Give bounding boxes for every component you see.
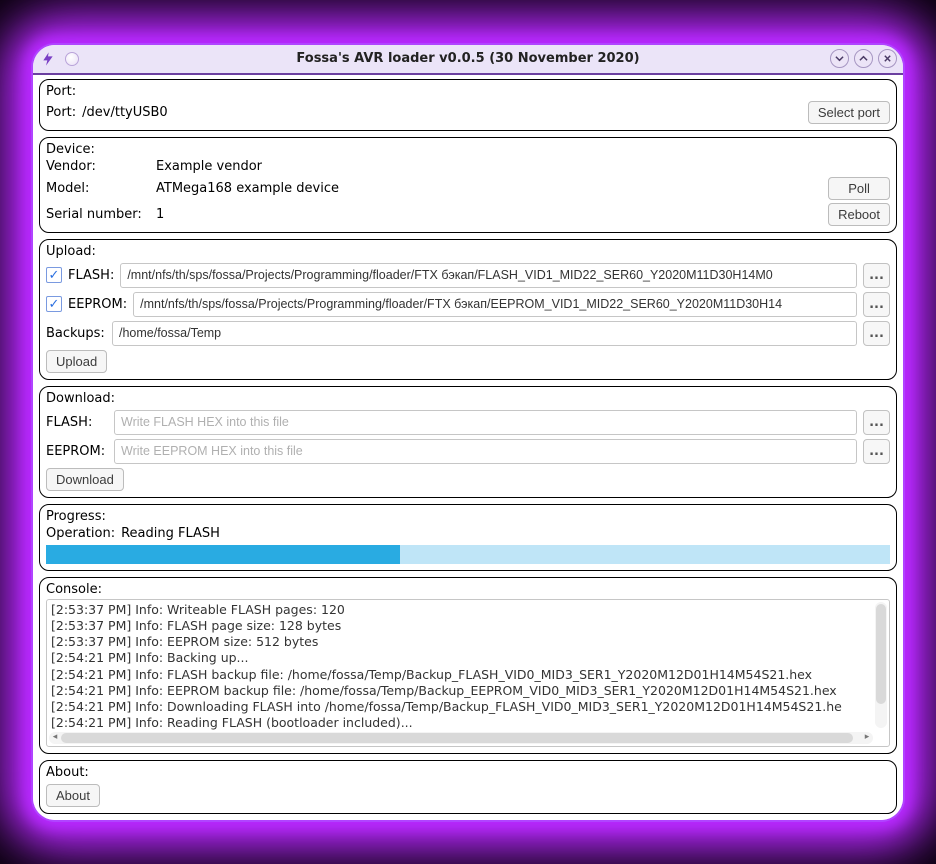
port-group: Port: Port: /dev/ttyUSB0 Select port [39, 79, 897, 131]
upload-flash-label: FLASH: [68, 268, 114, 283]
console-line: [2:54:21 PM] Info: Backing up... [51, 650, 885, 666]
port-section-label: Port: [46, 84, 890, 99]
download-flash-label: FLASH: [46, 415, 108, 430]
select-port-button[interactable]: Select port [808, 101, 890, 124]
maximize-button[interactable] [854, 49, 873, 68]
port-value: /dev/ttyUSB0 [82, 105, 168, 120]
download-eeprom-path-input[interactable] [114, 439, 857, 464]
download-eeprom-browse-button[interactable]: ... [863, 439, 890, 464]
console-line: [2:54:21 PM] Info: FLASH backup file: /h… [51, 667, 885, 683]
upload-button[interactable]: Upload [46, 350, 107, 373]
upload-backups-browse-button[interactable]: ... [863, 321, 890, 346]
upload-eeprom-browse-button[interactable]: ... [863, 292, 890, 317]
about-button[interactable]: About [46, 784, 100, 807]
console-group: Console: [2:53:37 PM] Info: Writeable FL… [39, 577, 897, 754]
upload-eeprom-checkbox[interactable] [46, 296, 62, 312]
port-label: Port: [46, 105, 76, 120]
serial-label: Serial number: [46, 207, 156, 222]
upload-group: Upload: FLASH: ... EEPROM: ... Backups: … [39, 239, 897, 380]
download-flash-path-input[interactable] [114, 410, 857, 435]
upload-flash-path-input[interactable] [120, 263, 857, 288]
console-line: [2:53:37 PM] Info: Writeable FLASH pages… [51, 602, 885, 618]
operation-value: Reading FLASH [121, 526, 220, 541]
upload-flash-browse-button[interactable]: ... [863, 263, 890, 288]
poll-button[interactable]: Poll [828, 177, 890, 200]
console-line: [2:54:21 PM] Info: EEPROM backup file: /… [51, 683, 885, 699]
close-button[interactable] [878, 49, 897, 68]
console-output[interactable]: [2:53:37 PM] Info: Writeable FLASH pages… [46, 599, 890, 747]
device-section-label: Device: [46, 142, 890, 157]
console-line: [2:54:21 PM] Info: Downloading FLASH int… [51, 699, 885, 715]
console-vertical-scrollbar[interactable] [875, 602, 887, 728]
progress-section-label: Progress: [46, 509, 890, 524]
upload-flash-checkbox[interactable] [46, 267, 62, 283]
window-title: Fossa's AVR loader v0.0.5 (30 November 2… [33, 51, 903, 66]
progress-bar-fill [46, 545, 400, 564]
console-line: [2:53:37 PM] Info: EEPROM size: 512 byte… [51, 634, 885, 650]
progress-group: Progress: Operation: Reading FLASH [39, 504, 897, 571]
progress-bar [46, 545, 890, 564]
window-controls [830, 49, 897, 68]
console-line: [2:53:37 PM] Info: FLASH page size: 128 … [51, 618, 885, 634]
upload-backups-path-input[interactable] [112, 321, 857, 346]
device-group: Device: Vendor: Example vendor Model: AT… [39, 137, 897, 233]
console-section-label: Console: [46, 582, 890, 597]
download-button[interactable]: Download [46, 468, 124, 491]
upload-backups-label: Backups: [46, 326, 106, 341]
model-label: Model: [46, 181, 156, 196]
content-area: Port: Port: /dev/ttyUSB0 Select port Dev… [33, 75, 903, 820]
console-line: [2:54:21 PM] Info: Reading FLASH (bootlo… [51, 715, 885, 731]
upload-eeprom-label: EEPROM: [68, 297, 127, 312]
vendor-value: Example vendor [156, 159, 828, 174]
title-bar: Fossa's AVR loader v0.0.5 (30 November 2… [33, 45, 903, 75]
upload-eeprom-path-input[interactable] [133, 292, 857, 317]
download-group: Download: FLASH: ... EEPROM: ... Downloa… [39, 386, 897, 498]
minimize-button[interactable] [830, 49, 849, 68]
download-eeprom-label: EEPROM: [46, 444, 108, 459]
about-group: About: About [39, 760, 897, 814]
download-section-label: Download: [46, 391, 890, 406]
titlebar-indicator-icon [65, 52, 79, 66]
about-section-label: About: [46, 765, 890, 780]
model-value: ATMega168 example device [156, 181, 828, 196]
reboot-button[interactable]: Reboot [828, 203, 890, 226]
console-horizontal-scrollbar[interactable]: ◂▸ [49, 732, 873, 744]
download-flash-browse-button[interactable]: ... [863, 410, 890, 435]
upload-section-label: Upload: [46, 244, 890, 259]
app-window: Fossa's AVR loader v0.0.5 (30 November 2… [33, 45, 903, 820]
app-icon [39, 50, 57, 68]
vendor-label: Vendor: [46, 159, 156, 174]
operation-label: Operation: [46, 526, 115, 541]
serial-value: 1 [156, 207, 828, 222]
